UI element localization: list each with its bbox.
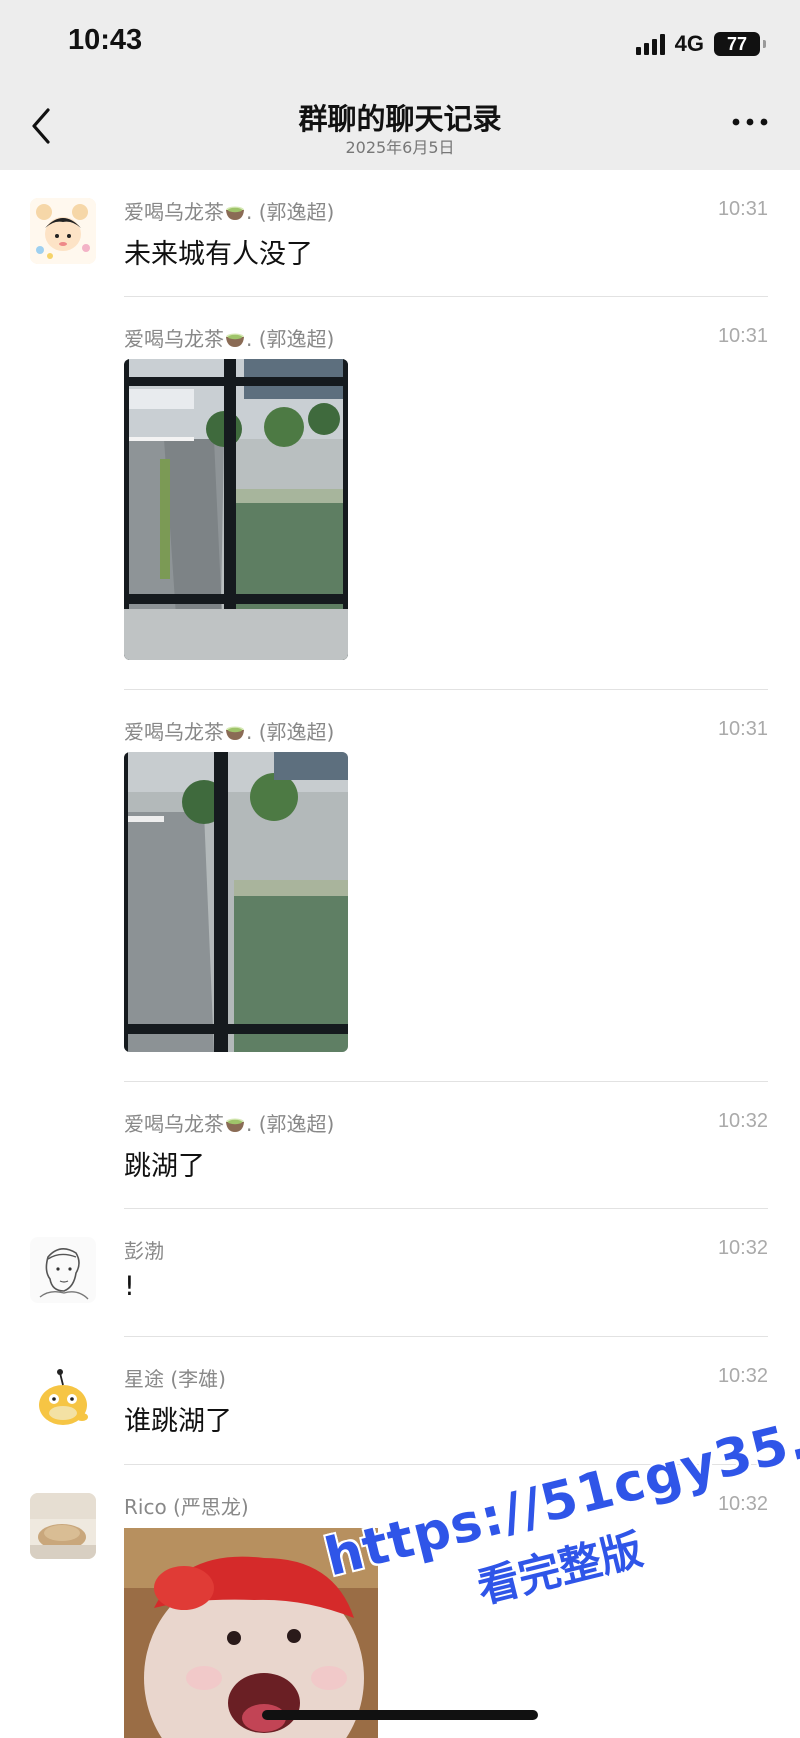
header: 10:43 4G 77 群聊的聊天记录 2025年6月5日 (0, 0, 800, 170)
avatar[interactable] (30, 1493, 96, 1559)
message-time: 10:32 (717, 1493, 768, 1515)
home-indicator[interactable] (262, 1710, 538, 1720)
sender-name: 彭渤 (124, 1239, 164, 1263)
photo-window-view[interactable] (124, 752, 348, 1052)
message-time: 10:31 (717, 718, 768, 740)
divider (124, 1336, 768, 1337)
tea-cup-emoji (226, 333, 244, 347)
message-time: 10:31 (717, 198, 768, 220)
tea-cup-emoji (226, 206, 244, 220)
watermark-caption: 看完整版 (472, 1524, 648, 1613)
sender-name: 爱喝乌龙茶. (郭逸超) (124, 200, 335, 224)
more-dots-icon[interactable] (730, 114, 770, 130)
message-time: 10:32 (717, 1365, 768, 1387)
divider (124, 1081, 768, 1082)
avatar[interactable] (30, 1237, 96, 1303)
page-date: 2025年6月5日 (345, 138, 455, 157)
message-text[interactable]: 跳湖了 (124, 1144, 205, 1183)
message-time: 10:32 (717, 1110, 768, 1132)
sender-name: 爱喝乌龙茶. (郭逸超) (124, 720, 335, 744)
message-time: 10:32 (717, 1237, 768, 1259)
avatar[interactable] (30, 1365, 96, 1431)
message-text[interactable]: 未来城有人没了 (124, 232, 313, 271)
photo-window-view[interactable] (124, 359, 348, 660)
cell-signal-icon (635, 33, 665, 55)
sticker-image[interactable] (124, 1528, 378, 1738)
sender-name: 爱喝乌龙茶. (郭逸超) (124, 327, 335, 351)
divider (124, 296, 768, 297)
watermark-url: https://51cgy35.com (319, 1380, 800, 1589)
divider (124, 689, 768, 690)
message-text[interactable]: ! (124, 1271, 135, 1302)
tea-cup-emoji (226, 726, 244, 740)
status-time: 10:43 (68, 24, 143, 56)
message-time: 10:31 (717, 325, 768, 347)
avatar[interactable] (30, 198, 96, 264)
sender-name: Rico (严思龙) (124, 1495, 249, 1519)
message-text[interactable]: 谁跳湖了 (124, 1399, 232, 1438)
tea-cup-emoji (226, 1118, 244, 1132)
network-type: 4G (674, 31, 704, 56)
sender-name: 爱喝乌龙茶. (郭逸超) (124, 1112, 335, 1136)
divider (124, 1208, 768, 1209)
status-icons: 4G 77 (635, 30, 766, 58)
divider (124, 1464, 768, 1465)
page-title: 群聊的聊天记录 (298, 102, 502, 136)
battery-icon: 77 (714, 32, 766, 56)
sender-name: 星途 (李雄) (124, 1367, 226, 1391)
